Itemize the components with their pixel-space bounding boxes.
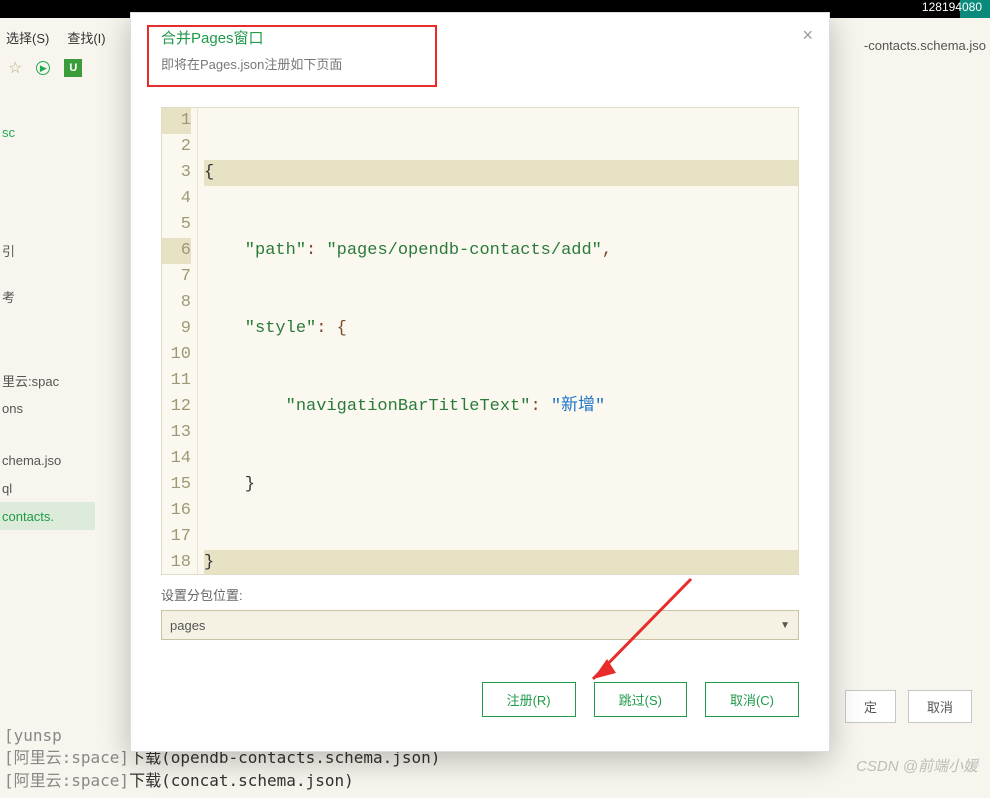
left-item[interactable]: 考: [0, 282, 95, 310]
left-panel: sc 引 考 里云:spac ons chema.jso ql contacts…: [0, 118, 95, 530]
left-item[interactable]: ql: [0, 474, 95, 502]
subpackage-section: 设置分包位置: pages ▼: [161, 585, 799, 640]
editor-tab-path[interactable]: -contacts.schema.jso: [864, 38, 986, 53]
left-item[interactable]: 引: [0, 236, 95, 264]
outer-confirm-button[interactable]: 定: [845, 690, 896, 723]
menu-select[interactable]: 选择(S): [6, 28, 49, 47]
skip-button[interactable]: 跳过(S): [594, 682, 687, 717]
dialog-subtitle: 即将在Pages.json注册如下页面: [149, 54, 811, 73]
cancel-button[interactable]: 取消(C): [705, 682, 799, 717]
subpackage-value: pages: [170, 618, 205, 633]
outer-cancel-button[interactable]: 取消: [908, 690, 972, 723]
watermark: CSDN @前端小媛: [856, 755, 978, 776]
code-editor[interactable]: 1 2 3 4 5 6 7 8 9 10 11 12 13 14 15 16 1…: [161, 107, 799, 575]
app-logo-icon: U: [64, 59, 82, 77]
dialog-button-row: 注册(R) 跳过(S) 取消(C): [482, 682, 799, 717]
left-item[interactable]: chema.jso: [0, 446, 95, 474]
subpackage-select[interactable]: pages ▼: [161, 610, 799, 640]
left-item[interactable]: sc: [0, 118, 95, 146]
code-content[interactable]: { "path": "pages/opendb-contacts/add", "…: [198, 108, 798, 574]
star-icon[interactable]: ☆: [8, 58, 22, 78]
left-item[interactable]: ons: [0, 394, 95, 422]
dialog-header: 合并Pages窗口 即将在Pages.json注册如下页面: [131, 13, 829, 85]
menu-find[interactable]: 查找(I): [67, 28, 105, 47]
register-button[interactable]: 注册(R): [482, 682, 576, 717]
menubar: 选择(S) 查找(I): [0, 28, 106, 47]
play-icon[interactable]: ▶: [36, 61, 50, 75]
topbar-id: 128194080: [922, 0, 982, 14]
dialog-title: 合并Pages窗口: [149, 27, 811, 48]
subpackage-label: 设置分包位置:: [161, 585, 799, 604]
outer-button-row: 定 取消: [845, 690, 972, 723]
line-gutter: 1 2 3 4 5 6 7 8 9 10 11 12 13 14 15 16 1…: [162, 108, 198, 574]
chevron-down-icon: ▼: [780, 620, 790, 631]
iconbar: ☆ ▶ U: [8, 58, 82, 78]
merge-pages-dialog: × 合并Pages窗口 即将在Pages.json注册如下页面 1 2 3 4 …: [130, 12, 830, 752]
console-line: [阿里云:space]下载(concat.schema.json): [4, 770, 440, 792]
left-item-selected[interactable]: contacts.: [0, 502, 95, 530]
left-item[interactable]: 里云:spac: [0, 366, 95, 394]
